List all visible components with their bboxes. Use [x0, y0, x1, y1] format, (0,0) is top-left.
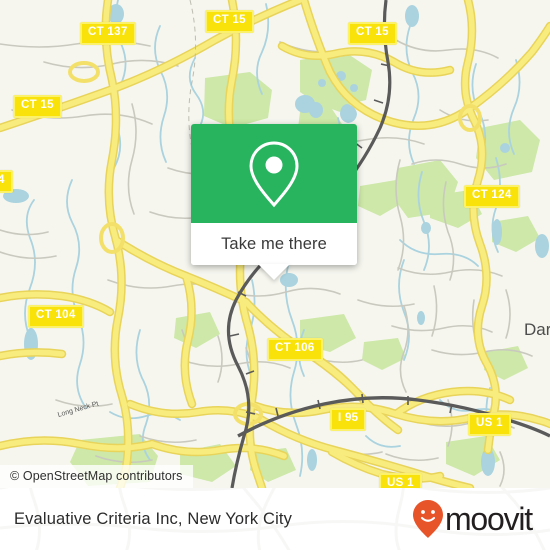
place-label-darien: Darien — [524, 320, 550, 339]
shield-ct-15-north: CT 15 — [205, 10, 254, 33]
shield-ct-104: CT 104 — [28, 305, 84, 328]
water-pond — [307, 449, 317, 471]
shield-ct-124: CT 124 — [464, 185, 520, 208]
shield-i-95: I 95 — [330, 408, 367, 431]
water-pond — [500, 143, 510, 153]
moovit-wordmark: moovit — [444, 501, 533, 537]
water-pond — [417, 311, 425, 325]
shield-ct-104-edge: 4 — [0, 170, 13, 193]
water-pond — [309, 102, 323, 118]
shield-us-1-east: US 1 — [468, 413, 511, 436]
footer-bar: Evaluative Criteria Inc, New York City m… — [0, 488, 550, 550]
location-pin-icon — [249, 140, 299, 207]
shield-ct-137: CT 137 — [80, 22, 136, 45]
water-pond — [318, 79, 326, 87]
moovit-smiley-pin-icon — [412, 500, 443, 538]
callout-header — [191, 124, 357, 223]
map-viewport[interactable]: CT 137 CT 15 CT 15 CT 15 4 CT 124 CT 104… — [0, 0, 550, 488]
place-title: Evaluative Criteria Inc, New York City — [14, 509, 293, 528]
callout-body[interactable]: Take me there — [191, 223, 357, 265]
water-pond — [535, 234, 549, 258]
water-pond — [405, 5, 419, 27]
water-pond — [350, 84, 358, 92]
shield-us-1-south: US 1 — [379, 473, 422, 488]
shield-ct-15-west: CT 15 — [13, 95, 62, 118]
shield-ct-106: CT 106 — [267, 338, 323, 361]
osm-attribution[interactable]: © OpenStreetMap contributors — [0, 465, 193, 488]
take-me-there-callout[interactable]: Take me there — [191, 124, 357, 280]
shield-ct-15-northeast: CT 15 — [348, 22, 397, 45]
callout-pointer-tail — [258, 264, 290, 280]
moovit-logo: moovit — [412, 500, 533, 538]
take-me-there-label: Take me there — [221, 234, 327, 253]
